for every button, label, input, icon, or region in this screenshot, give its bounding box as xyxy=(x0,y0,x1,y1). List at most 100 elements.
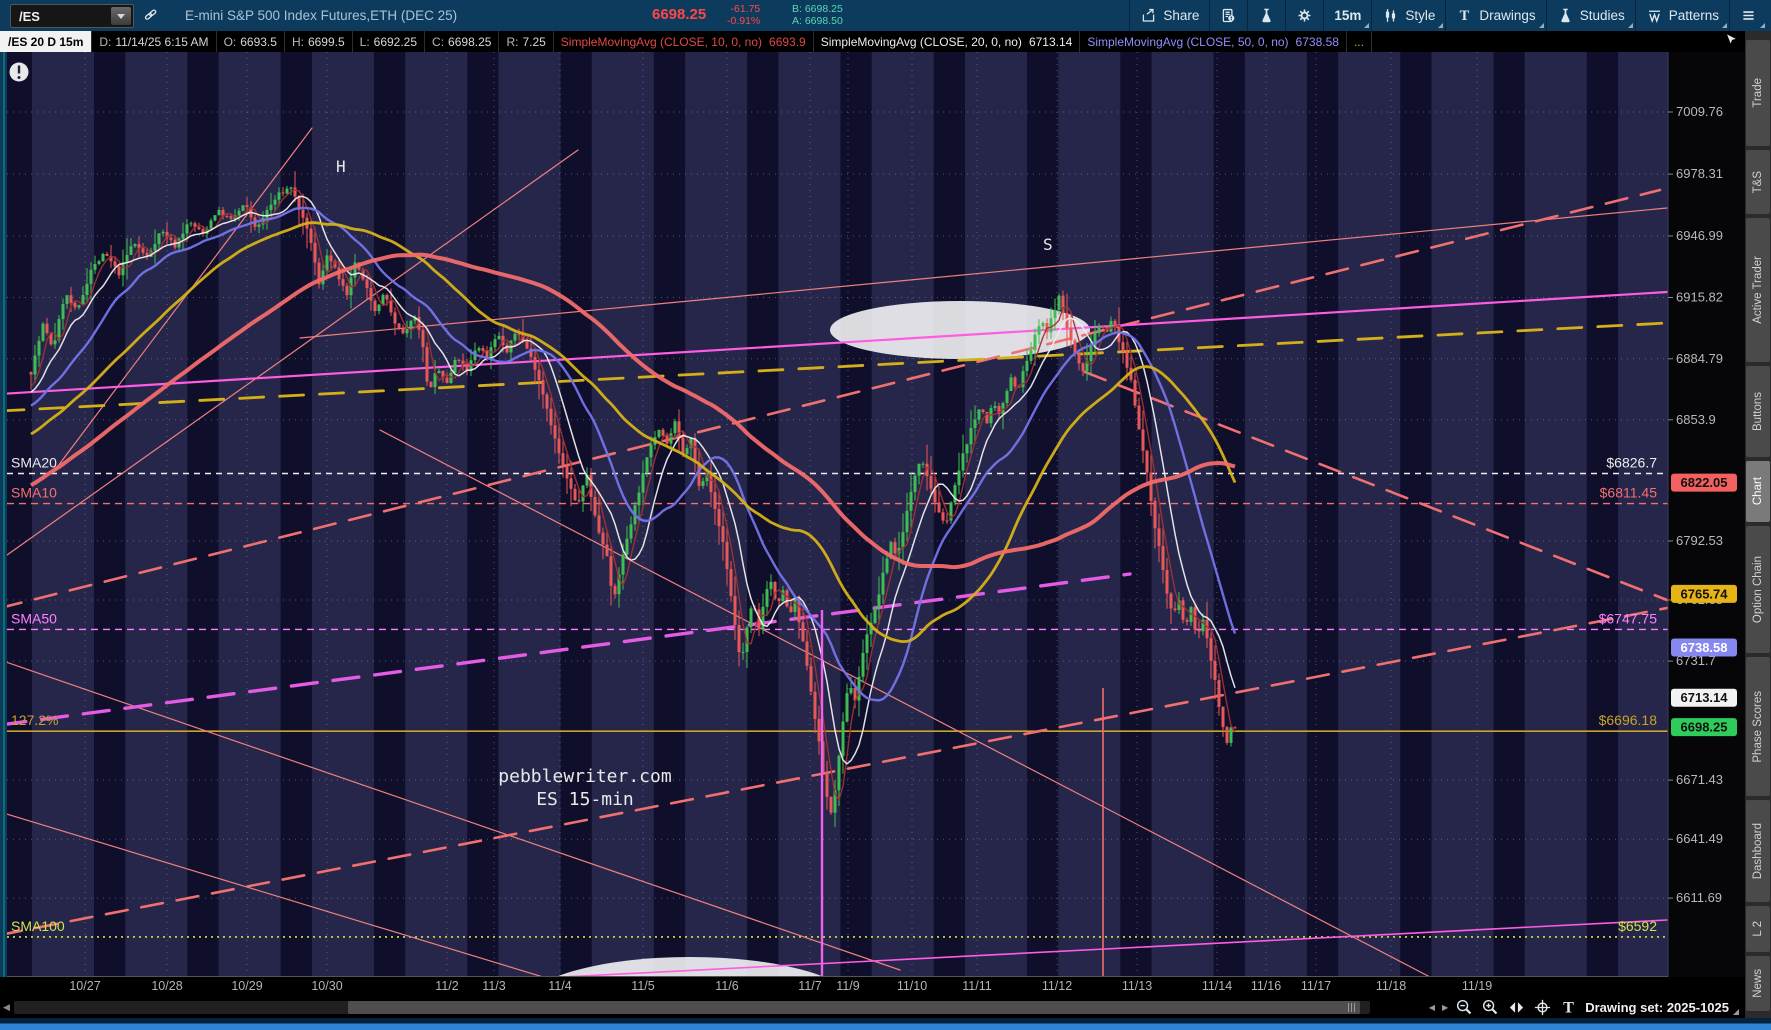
study-cell[interactable]: SimpleMovingAvg (CLOSE, 50, 0, no) 6738.5… xyxy=(1080,31,1347,52)
sidebar-tab-label: L 2 xyxy=(1752,921,1764,937)
field-label: C: xyxy=(432,34,445,49)
studies-label: Studies xyxy=(1579,8,1625,23)
quick-study-button[interactable] xyxy=(1247,0,1285,31)
sidebar-tab-news[interactable]: News xyxy=(1746,956,1770,1011)
sidebar-tab-dashboard[interactable]: Dashboard xyxy=(1746,800,1770,902)
field-value: 11/14/25 6:15 AM xyxy=(115,34,209,49)
change-stack: -61.75 -0.91% xyxy=(727,3,760,27)
dropdown-caret-icon xyxy=(1438,23,1444,28)
link-icon-glyph xyxy=(142,6,159,23)
price-axis-label: 6611.69 xyxy=(1676,890,1722,905)
menu-icon xyxy=(1740,7,1757,24)
scrollbar-handle[interactable] xyxy=(348,1001,1360,1014)
level-label-left: SMA50 xyxy=(11,610,57,626)
price-badge: 6698.25 xyxy=(1671,718,1737,737)
sidebar-tab-label: Trade xyxy=(1752,78,1764,108)
price-axis-label: 6978.31 xyxy=(1676,166,1723,181)
settings-button[interactable] xyxy=(1285,0,1323,31)
dropdown-caret-icon xyxy=(1627,23,1633,28)
pointer-tool-icon[interactable] xyxy=(1723,32,1739,48)
sidebar-tab-l-2[interactable]: L 2 xyxy=(1746,906,1770,952)
sidebar-tab-trade[interactable]: Trade xyxy=(1746,40,1770,146)
price-badge: 6738.58 xyxy=(1671,638,1737,657)
share-button[interactable]: Share xyxy=(1129,0,1209,31)
link-icon[interactable] xyxy=(142,6,159,23)
price-axis-label: 6946.99 xyxy=(1676,228,1723,243)
symbol-input[interactable]: /ES xyxy=(10,4,134,28)
study-name: SimpleMovingAvg (CLOSE, 50, 0, no) xyxy=(1087,34,1289,49)
grip-icon xyxy=(1348,1003,1356,1012)
price-axis-label: 6641.49 xyxy=(1676,831,1723,846)
zoom-in-button[interactable] xyxy=(1481,998,1500,1017)
study-cell[interactable]: SimpleMovingAvg (CLOSE, 20, 0, no) 6713.1… xyxy=(814,31,1081,52)
symbol-dropdown-button[interactable] xyxy=(111,7,131,25)
level-label-right: $6811.45 xyxy=(1600,485,1658,501)
ohlc-cell: C: 6698.25 xyxy=(425,31,500,52)
drawings-button[interactable]: T Drawings xyxy=(1445,0,1545,31)
drawings-icon: T xyxy=(1456,7,1473,24)
studies-button[interactable]: Studies xyxy=(1545,0,1635,31)
pan-button[interactable] xyxy=(1533,998,1552,1017)
share-label: Share xyxy=(1163,8,1200,23)
field-value: 7.25 xyxy=(522,34,546,49)
sidebar-tab-buttons[interactable]: Buttons xyxy=(1746,366,1770,457)
style-button[interactable]: Style xyxy=(1371,0,1445,31)
window-left-edge xyxy=(0,52,7,1018)
study-value: 6738.58 xyxy=(1295,34,1339,49)
sidebar-tab-active-trader[interactable]: Active Trader xyxy=(1746,218,1770,362)
h-scrollbar[interactable] xyxy=(14,1001,1370,1014)
sidebar-tab-t-s[interactable]: T&S xyxy=(1746,150,1770,214)
mini-left-icon[interactable]: ◀ xyxy=(1429,1003,1435,1012)
level-label-left: SMA10 xyxy=(11,485,57,501)
chevron-down-icon xyxy=(117,13,125,19)
window-bottom-edge xyxy=(0,1018,1771,1030)
time-axis-label: 10/27 xyxy=(69,979,101,993)
text-tool-button[interactable]: T xyxy=(1559,998,1578,1017)
wave-marker: H xyxy=(336,157,346,176)
study-cell[interactable]: SimpleMovingAvg (CLOSE, 10, 0, no) 6693.9 xyxy=(554,31,814,52)
chart-canvas[interactable]: SMA20 $6826.7 SMA10 $6811.45 SMA50 $6747.75 12… xyxy=(7,52,1745,977)
sidebar-tab-phase-scores[interactable]: Phase Scores xyxy=(1746,657,1770,796)
time-axis[interactable]: 10/27 10/28 10/29 10/30 11/2 11/3 11/4 11/5 11/6… xyxy=(0,977,1745,997)
zoom-out-button[interactable] xyxy=(1455,998,1474,1017)
sidebar-tab-chart[interactable]: Chart xyxy=(1746,461,1770,522)
svg-text:6765.74: 6765.74 xyxy=(1681,586,1729,601)
patterns-button[interactable]: Patterns xyxy=(1634,0,1729,31)
chart-symbol-chip: /ES 20 D 15m xyxy=(0,31,93,52)
style-label: Style xyxy=(1405,8,1436,23)
time-axis-label: 11/7 xyxy=(798,979,822,993)
time-axis-label: 11/5 xyxy=(631,979,655,993)
time-axis-label: 11/18 xyxy=(1375,979,1407,993)
price-badge: 6822.05 xyxy=(1671,473,1737,492)
level-label-right: $6747.75 xyxy=(1599,610,1658,626)
svg-text:6738.58: 6738.58 xyxy=(1681,640,1728,655)
expand-horizontal-button[interactable] xyxy=(1507,998,1526,1017)
field-value: 6698.25 xyxy=(448,34,492,49)
study-value: 6713.14 xyxy=(1028,34,1073,49)
last-price: 6698.25 xyxy=(652,6,707,23)
time-axis-label: 10/29 xyxy=(231,979,263,993)
drawing-set-button[interactable]: Drawing set: 2025-1025 xyxy=(1585,1000,1739,1015)
notes-button[interactable] xyxy=(1209,0,1247,31)
ask-value: A: 6698.50 xyxy=(792,15,843,27)
menu-button[interactable] xyxy=(1729,0,1767,31)
platform-window: /ES E-mini S&P 500 Index Futures,ETH (DE… xyxy=(0,0,1771,1030)
svg-text:T: T xyxy=(1563,1000,1574,1017)
top-toolbar: /ES E-mini S&P 500 Index Futures,ETH (DE… xyxy=(0,0,1771,32)
svg-text:T: T xyxy=(1460,8,1470,24)
sidebar-tab-label: Option Chain xyxy=(1752,555,1764,624)
resize-corner-icon xyxy=(1733,1009,1739,1015)
scroll-left-icon[interactable]: ◀ xyxy=(3,1002,10,1013)
ohlc-cell: L: 6692.25 xyxy=(353,31,426,52)
time-axis-label: 11/2 xyxy=(435,979,459,993)
sidebar-tab-option-chain[interactable]: Option Chain xyxy=(1746,526,1770,653)
mini-right-icon[interactable]: ▶ xyxy=(1442,1003,1448,1012)
timeframe-button[interactable]: 15m xyxy=(1323,0,1371,31)
quick-study-icon xyxy=(1258,7,1275,24)
price-badge: 6713.14 xyxy=(1671,688,1737,707)
dropdown-caret-icon xyxy=(1364,23,1370,28)
field-label: H: xyxy=(291,34,304,49)
watermark-line2: ES 15-min xyxy=(536,789,634,810)
study-name: SimpleMovingAvg (CLOSE, 10, 0, no) xyxy=(560,34,763,49)
timeframe-label: 15m xyxy=(1334,8,1362,23)
